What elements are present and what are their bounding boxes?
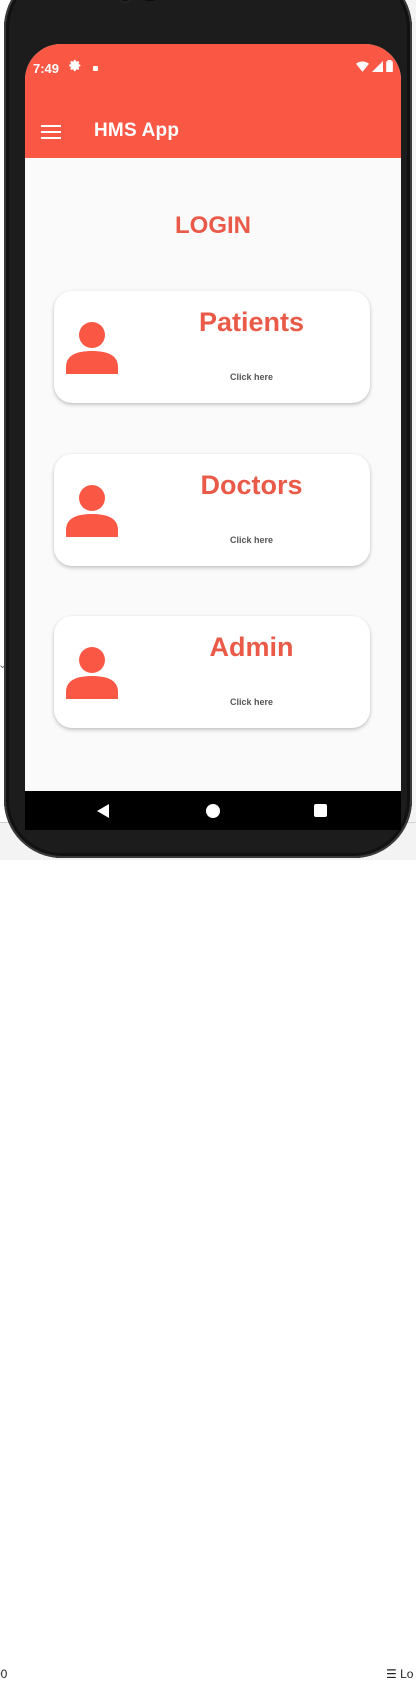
card-title: Patients — [198, 307, 305, 337]
click-here-link[interactable]: Click here — [164, 535, 339, 545]
desktop-text-left: 00 — [0, 1667, 8, 1681]
gear-icon — [69, 59, 82, 75]
card-title: Doctors — [200, 470, 303, 500]
sensor-icon — [144, 0, 156, 1]
status-time: 7:49 — [33, 61, 60, 76]
patients-card[interactable]: Patients Click here — [54, 291, 370, 403]
notification-dot-icon — [93, 66, 98, 71]
click-here-link[interactable]: Click here — [164, 372, 339, 382]
signal-icon — [372, 60, 383, 72]
navigation-bar — [25, 791, 401, 830]
device-screen: 7:49 HMS App LOGIN Patients Click here D… — [25, 44, 401, 830]
back-icon[interactable] — [97, 804, 109, 818]
wifi-icon — [356, 60, 369, 72]
desktop-text-right: ☰ Lo — [386, 1667, 414, 1681]
home-icon[interactable] — [206, 804, 220, 818]
status-bar: 7:49 — [25, 44, 401, 92]
person-icon — [66, 322, 118, 374]
recents-icon[interactable] — [314, 804, 327, 817]
page-title: LOGIN — [175, 212, 251, 239]
app-title: HMS App — [94, 120, 180, 141]
card-title: Admin — [209, 632, 294, 662]
click-here-link[interactable]: Click here — [164, 697, 339, 707]
person-icon — [66, 485, 118, 537]
battery-icon — [386, 60, 393, 72]
hamburger-menu-icon[interactable] — [41, 125, 61, 143]
person-icon — [66, 647, 118, 699]
system-icons — [356, 60, 393, 72]
doctors-card[interactable]: Doctors Click here — [54, 454, 370, 566]
camera-icon — [116, 0, 134, 4]
app-bar: HMS App — [25, 92, 401, 158]
admin-card[interactable]: Admin Click here — [54, 616, 370, 728]
